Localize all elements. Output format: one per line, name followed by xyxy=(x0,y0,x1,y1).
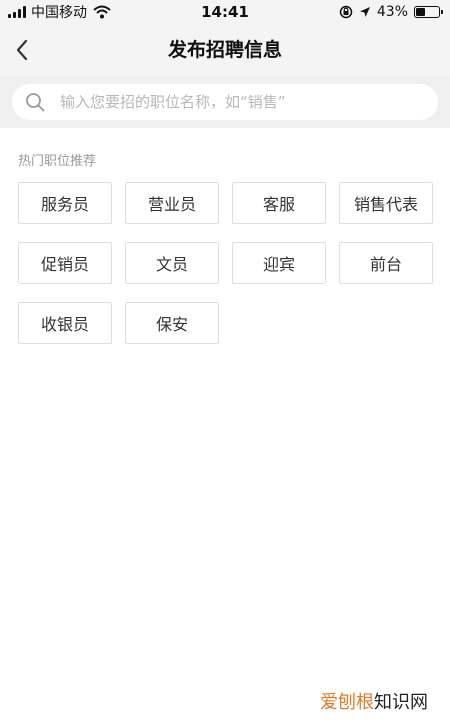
job-tag[interactable]: 前台 xyxy=(339,242,433,284)
job-tag[interactable]: 促销员 xyxy=(18,242,112,284)
nav-bar: 发布招聘信息 xyxy=(0,24,450,76)
hot-job-tags: 服务员 营业员 客服 销售代表 促销员 文员 迎宾 前台 收银员 保安 xyxy=(18,182,438,344)
page-title: 发布招聘信息 xyxy=(167,39,282,61)
job-tag[interactable]: 保安 xyxy=(125,302,219,344)
job-tag[interactable]: 销售代表 xyxy=(339,182,433,224)
search-area xyxy=(0,76,450,128)
battery-fill xyxy=(416,8,425,16)
back-button[interactable] xyxy=(8,36,36,64)
search-input[interactable] xyxy=(58,92,422,112)
status-bar: 中国移动 14:41 43% xyxy=(0,0,450,24)
watermark-part-2: 知识网 xyxy=(374,692,428,713)
job-tag[interactable]: 收银员 xyxy=(18,302,112,344)
chevron-left-icon xyxy=(16,39,28,61)
search-box[interactable] xyxy=(12,84,438,120)
job-tag[interactable]: 客服 xyxy=(232,182,326,224)
job-tag[interactable]: 文员 xyxy=(125,242,219,284)
section-title-hot-jobs: 热门职位推荐 xyxy=(18,154,97,169)
watermark: 爱刨根知识网 xyxy=(320,688,428,714)
search-icon xyxy=(24,91,46,113)
battery-percent: 43% xyxy=(376,4,408,20)
location-arrow-icon xyxy=(359,7,370,17)
job-tag[interactable]: 营业员 xyxy=(125,182,219,224)
watermark-part-1: 爱刨根 xyxy=(320,692,374,713)
job-tag[interactable]: 迎宾 xyxy=(232,242,326,284)
status-right: 43% xyxy=(339,3,443,21)
job-tag[interactable]: 服务员 xyxy=(18,182,112,224)
battery-icon xyxy=(414,6,443,18)
rotation-lock-icon xyxy=(339,5,353,19)
